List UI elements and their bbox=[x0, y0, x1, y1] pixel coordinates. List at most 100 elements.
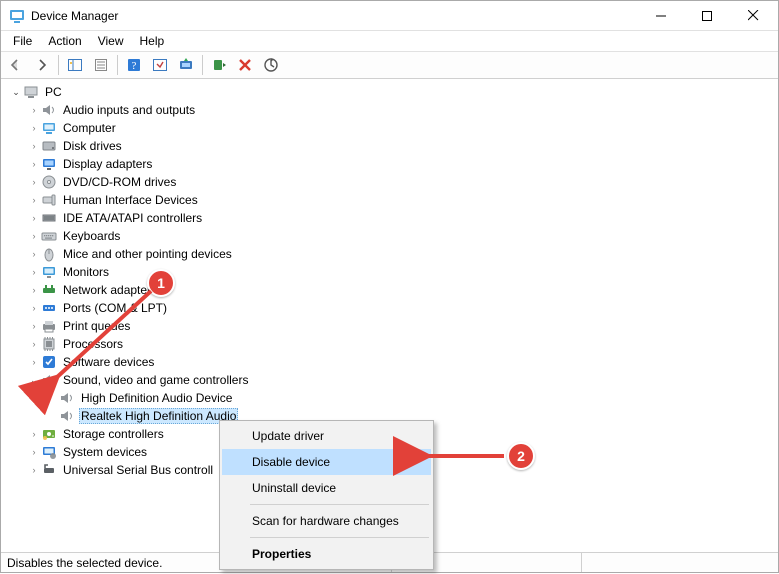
tree-category-15[interactable]: ⌄ Sound, video and game controllers bbox=[9, 371, 778, 389]
node-label: Realtek High Definition Audio bbox=[79, 408, 238, 424]
status-text: Disables the selected device. bbox=[7, 556, 162, 570]
show-hide-tree-button[interactable] bbox=[63, 54, 87, 76]
close-button[interactable] bbox=[730, 1, 776, 31]
toolbar: ? bbox=[1, 51, 778, 79]
computer-icon bbox=[41, 120, 57, 136]
tree-category-13[interactable]: › Processors bbox=[9, 335, 778, 353]
ctx-separator bbox=[250, 537, 429, 538]
tree-device-15-0[interactable]: High Definition Audio Device bbox=[9, 389, 778, 407]
ctx-scan-hardware[interactable]: Scan for hardware changes bbox=[222, 508, 431, 534]
node-label: Processors bbox=[61, 336, 125, 352]
menu-help[interactable]: Help bbox=[132, 32, 173, 50]
tree-category-14[interactable]: › Software devices bbox=[9, 353, 778, 371]
forward-button[interactable] bbox=[30, 54, 54, 76]
node-label: Ports (COM & LPT) bbox=[61, 300, 169, 316]
chevron-right-icon[interactable]: › bbox=[27, 283, 41, 297]
twisty-none bbox=[45, 409, 59, 423]
chevron-right-icon[interactable]: › bbox=[27, 319, 41, 333]
tree-category-10[interactable]: › Network adapters bbox=[9, 281, 778, 299]
tree-category-1[interactable]: ›Computer bbox=[9, 119, 778, 137]
display-icon bbox=[41, 156, 57, 172]
chevron-right-icon[interactable]: › bbox=[27, 445, 41, 459]
ide-icon bbox=[41, 210, 57, 226]
port-icon bbox=[41, 300, 57, 316]
chevron-right-icon[interactable]: › bbox=[27, 229, 41, 243]
tree-category-3[interactable]: › Display adapters bbox=[9, 155, 778, 173]
chevron-right-icon[interactable]: › bbox=[27, 463, 41, 477]
tree-category-7[interactable]: ›Keyboards bbox=[9, 227, 778, 245]
node-label: DVD/CD-ROM drives bbox=[61, 174, 178, 190]
node-label: Software devices bbox=[61, 354, 156, 370]
menu-view[interactable]: View bbox=[90, 32, 132, 50]
chevron-right-icon[interactable]: › bbox=[27, 139, 41, 153]
tree-category-4[interactable]: › DVD/CD-ROM drives bbox=[9, 173, 778, 191]
enable-device-button[interactable] bbox=[207, 54, 231, 76]
chevron-right-icon[interactable]: › bbox=[27, 355, 41, 369]
node-label: Monitors bbox=[61, 264, 111, 280]
chevron-right-icon[interactable]: › bbox=[27, 121, 41, 135]
node-label: PC bbox=[43, 84, 64, 100]
tree-category-11[interactable]: › Ports (COM & LPT) bbox=[9, 299, 778, 317]
chevron-right-icon[interactable]: › bbox=[27, 175, 41, 189]
menubar: File Action View Help bbox=[1, 31, 778, 51]
tree-category-12[interactable]: ›Print queues bbox=[9, 317, 778, 335]
minimize-button[interactable] bbox=[638, 1, 684, 31]
chevron-right-icon[interactable]: › bbox=[27, 301, 41, 315]
node-label: Display adapters bbox=[61, 156, 154, 172]
chevron-right-icon[interactable]: › bbox=[27, 427, 41, 441]
chevron-right-icon[interactable]: › bbox=[27, 247, 41, 261]
truncated-icon bbox=[41, 462, 57, 478]
chevron-right-icon[interactable]: › bbox=[27, 265, 41, 279]
annotation-badge-2: 2 bbox=[507, 442, 535, 470]
tree-category-2[interactable]: ›Disk drives bbox=[9, 137, 778, 155]
twisty-none bbox=[45, 391, 59, 405]
tree-category-6[interactable]: › IDE ATA/ATAPI controllers bbox=[9, 209, 778, 227]
disk-icon bbox=[41, 138, 57, 154]
tree-category-5[interactable]: ›Human Interface Devices bbox=[9, 191, 778, 209]
node-label: Network adapters bbox=[61, 282, 159, 298]
speaker-icon bbox=[41, 372, 57, 388]
update-driver-button[interactable] bbox=[174, 54, 198, 76]
menu-action[interactable]: Action bbox=[40, 32, 89, 50]
node-label: High Definition Audio Device bbox=[79, 390, 234, 406]
scan-hardware-button[interactable] bbox=[259, 54, 283, 76]
tree-category-9[interactable]: › Monitors bbox=[9, 263, 778, 281]
tree-category-0[interactable]: › Audio inputs and outputs bbox=[9, 101, 778, 119]
chevron-right-icon[interactable]: › bbox=[27, 337, 41, 351]
properties-button[interactable] bbox=[89, 54, 113, 76]
uninstall-device-button[interactable] bbox=[233, 54, 257, 76]
speaker-icon bbox=[59, 390, 75, 406]
chevron-right-icon[interactable]: › bbox=[27, 103, 41, 117]
printer-icon bbox=[41, 318, 57, 334]
ctx-uninstall-device[interactable]: Uninstall device bbox=[222, 475, 431, 501]
help-button[interactable]: ? bbox=[122, 54, 146, 76]
system-icon bbox=[41, 444, 57, 460]
pc-icon bbox=[23, 84, 39, 100]
ctx-disable-device[interactable]: Disable device bbox=[222, 449, 431, 475]
node-label: IDE ATA/ATAPI controllers bbox=[61, 210, 204, 226]
ctx-separator bbox=[250, 504, 429, 505]
ctx-properties[interactable]: Properties bbox=[222, 541, 431, 567]
svg-text:?: ? bbox=[132, 60, 137, 72]
tree-category-8[interactable]: › Mice and other pointing devices bbox=[9, 245, 778, 263]
cpu-icon bbox=[41, 336, 57, 352]
chevron-right-icon[interactable]: › bbox=[27, 157, 41, 171]
titlebar: Device Manager bbox=[1, 1, 778, 31]
speaker-icon bbox=[41, 102, 57, 118]
node-label: Mice and other pointing devices bbox=[61, 246, 234, 262]
back-button[interactable] bbox=[4, 54, 28, 76]
tree-root-pc[interactable]: ⌄ PC bbox=[9, 83, 778, 101]
action-button[interactable] bbox=[148, 54, 172, 76]
chevron-down-icon[interactable]: ⌄ bbox=[27, 373, 41, 387]
window-title: Device Manager bbox=[31, 9, 638, 23]
chevron-right-icon[interactable]: › bbox=[27, 193, 41, 207]
node-label: Audio inputs and outputs bbox=[61, 102, 197, 118]
menu-file[interactable]: File bbox=[5, 32, 40, 50]
speaker-icon bbox=[59, 408, 75, 424]
storage-icon bbox=[41, 426, 57, 442]
chevron-down-icon[interactable]: ⌄ bbox=[9, 85, 23, 99]
maximize-button[interactable] bbox=[684, 1, 730, 31]
ctx-update-driver[interactable]: Update driver bbox=[222, 423, 431, 449]
chevron-right-icon[interactable]: › bbox=[27, 211, 41, 225]
node-label: Sound, video and game controllers bbox=[61, 372, 250, 388]
